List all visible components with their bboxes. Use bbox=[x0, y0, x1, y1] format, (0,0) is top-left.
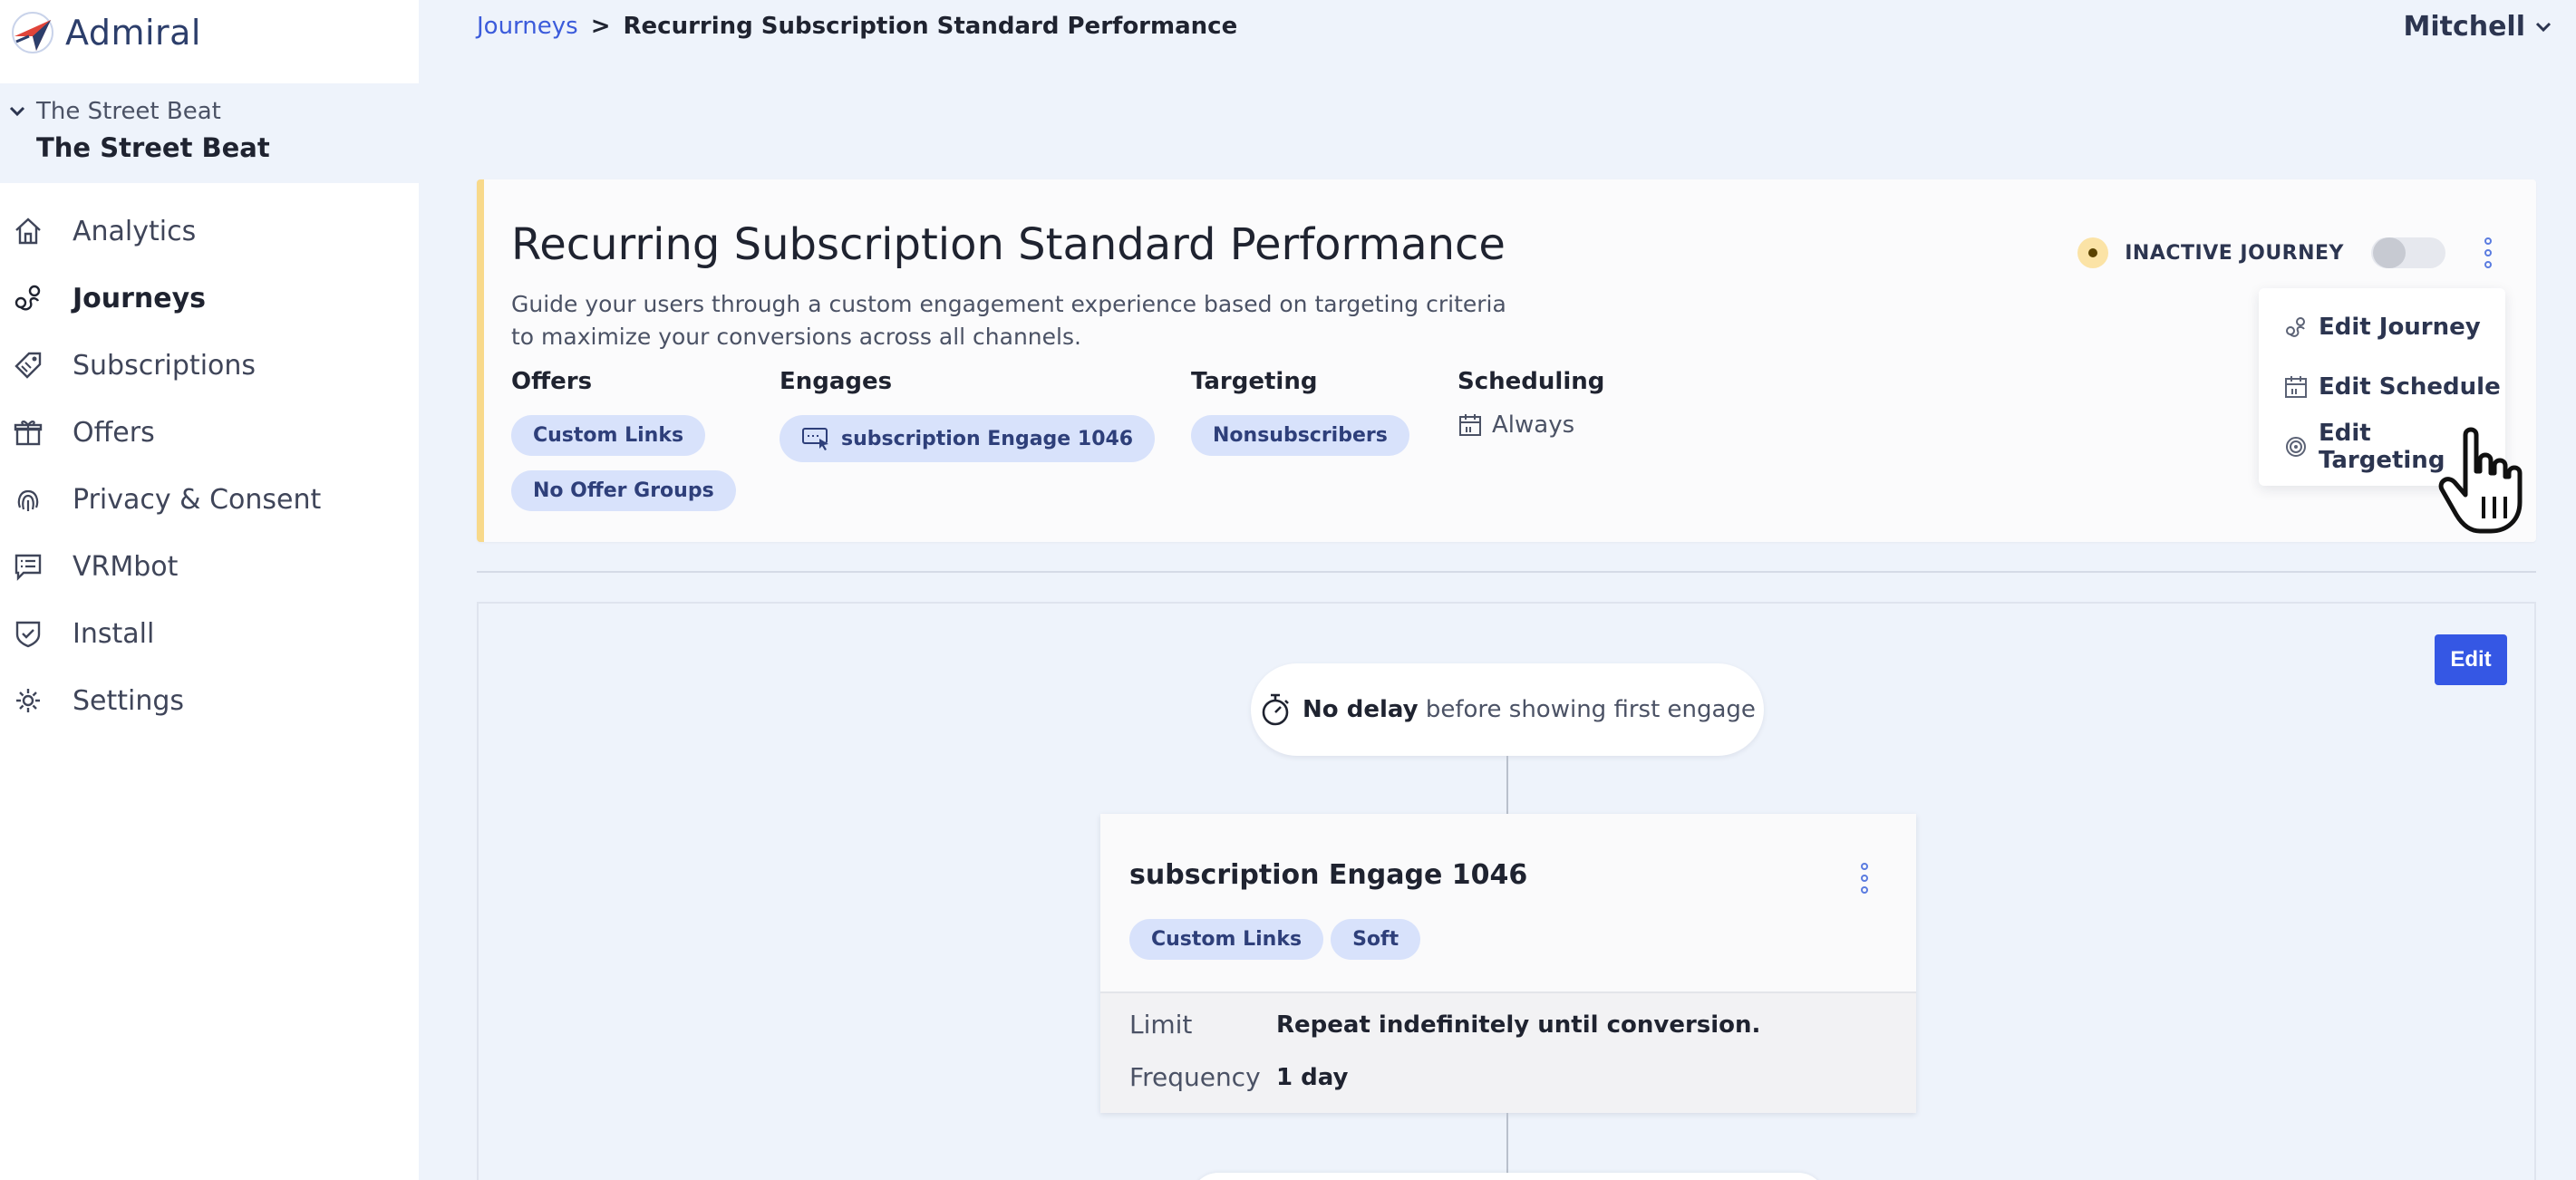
engage-offer-chip: Custom Links bbox=[1129, 919, 1324, 960]
main-nav: Analytics Journeys Subscriptions Offers … bbox=[0, 198, 419, 734]
engage-chip-label: subscription Engage 1046 bbox=[841, 427, 1134, 450]
sidebar-item-label: Privacy & Consent bbox=[73, 483, 322, 516]
sidebar-item-install[interactable]: Install bbox=[0, 600, 419, 667]
scheduling-label: Scheduling bbox=[1457, 368, 1605, 395]
breadcrumb-current: Recurring Subscription Standard Performa… bbox=[623, 13, 1238, 40]
target-icon bbox=[2285, 437, 2306, 457]
sidebar-item-label: Settings bbox=[73, 684, 185, 717]
frequency-label: Frequency bbox=[1129, 1062, 1261, 1092]
chevron-down-icon bbox=[2535, 22, 2552, 32]
calendar-icon bbox=[1459, 414, 1481, 436]
journey-icon bbox=[15, 285, 41, 311]
engages-group: Engages subscription Engage 1046 bbox=[780, 368, 1156, 477]
admiral-logo-icon bbox=[12, 12, 53, 53]
scheduling-value: Always bbox=[1492, 411, 1575, 439]
status-indicator-icon bbox=[2077, 237, 2109, 268]
chat-icon bbox=[15, 554, 42, 581]
app-name: Admiral bbox=[65, 13, 201, 53]
sidebar: Admiral The Street Beat The Street Beat … bbox=[0, 0, 419, 1180]
sidebar-item-label: Journeys bbox=[73, 282, 207, 314]
home-icon bbox=[15, 218, 41, 245]
sidebar-item-subscriptions[interactable]: Subscriptions bbox=[0, 332, 419, 399]
offers-group: Offers Custom Links No Offer Groups bbox=[511, 368, 736, 526]
sidebar-item-label: Offers bbox=[73, 416, 155, 449]
flow-connector bbox=[1506, 756, 1508, 814]
status-label: INACTIVE JOURNEY bbox=[2125, 241, 2344, 265]
journey-icon bbox=[2286, 317, 2305, 337]
targeting-label: Targeting bbox=[1191, 368, 1318, 395]
menu-item-edit-journey[interactable]: Edit Journey bbox=[2259, 297, 2505, 357]
edit-flow-button[interactable]: Edit bbox=[2435, 634, 2507, 685]
engages-label: Engages bbox=[780, 368, 893, 395]
delay-node[interactable]: No delay before showing first engage bbox=[1251, 663, 1764, 756]
offer-chip[interactable]: No Offer Groups bbox=[511, 470, 736, 511]
stopwatch-icon bbox=[1262, 693, 1289, 726]
sidebar-item-label: VRMbot bbox=[73, 550, 179, 583]
gear-icon bbox=[16, 689, 40, 712]
sidebar-item-label: Install bbox=[73, 617, 155, 650]
journey-description: Guide your users through a custom engage… bbox=[511, 291, 1506, 350]
sidebar-item-offers[interactable]: Offers bbox=[0, 399, 419, 466]
toggle-knob bbox=[2373, 237, 2406, 268]
sidebar-item-journeys[interactable]: Journeys bbox=[0, 265, 419, 332]
hand-cursor-icon bbox=[2438, 427, 2523, 534]
sidebar-item-vrmbot[interactable]: VRMbot bbox=[0, 533, 419, 600]
journey-active-toggle[interactable] bbox=[2371, 237, 2445, 268]
breadcrumb-link-journeys[interactable]: Journeys bbox=[477, 13, 578, 40]
menu-item-label: Edit Journey bbox=[2319, 314, 2481, 341]
sidebar-item-label: Analytics bbox=[73, 215, 197, 247]
chevron-down-icon bbox=[9, 106, 25, 117]
more-options-icon[interactable] bbox=[2482, 237, 2494, 268]
frequency-value: 1 day bbox=[1276, 1063, 1349, 1091]
targeting-group: Targeting Nonsubscribers bbox=[1191, 368, 1409, 470]
engage-settings: Limit Repeat indefinitely until conversi… bbox=[1100, 991, 1916, 1113]
limit-value: Repeat indefinitely until conversion. bbox=[1276, 1011, 1761, 1039]
journey-summary-card: Recurring Subscription Standard Performa… bbox=[477, 179, 2536, 542]
engage-title: subscription Engage 1046 bbox=[1129, 859, 1528, 891]
org-current-name: The Street Beat bbox=[36, 132, 270, 163]
org-parent-name: The Street Beat bbox=[36, 98, 221, 125]
scheduling-group: Scheduling Always bbox=[1457, 368, 1604, 439]
flow-connector bbox=[1506, 1113, 1508, 1180]
journey-title: Recurring Subscription Standard Performa… bbox=[511, 219, 1506, 270]
user-name: Mitchell bbox=[2403, 11, 2525, 43]
journey-flow-canvas: Edit No delay before showing first engag… bbox=[477, 602, 2536, 1180]
breadcrumb: Journeys > Recurring Subscription Standa… bbox=[477, 13, 1237, 40]
menu-item-label: Edit Schedule bbox=[2319, 373, 2501, 401]
fingerprint-icon bbox=[17, 489, 39, 511]
limit-label: Limit bbox=[1129, 1010, 1193, 1040]
menu-item-edit-schedule[interactable]: Edit Schedule bbox=[2259, 357, 2505, 417]
engage-chip[interactable]: subscription Engage 1046 bbox=[780, 415, 1156, 462]
user-menu[interactable]: Mitchell bbox=[2403, 11, 2552, 43]
sidebar-item-settings[interactable]: Settings bbox=[0, 667, 419, 734]
journey-status: INACTIVE JOURNEY bbox=[2077, 237, 2494, 268]
sidebar-item-privacy-consent[interactable]: Privacy & Consent bbox=[0, 466, 419, 533]
engage-cursor-icon bbox=[802, 428, 828, 450]
section-divider bbox=[477, 571, 2536, 573]
delay-description: before showing first engage bbox=[1425, 696, 1756, 723]
delay-value: No delay bbox=[1303, 696, 1419, 723]
more-options-icon[interactable] bbox=[1858, 863, 1871, 894]
next-flow-node[interactable] bbox=[1191, 1173, 1825, 1180]
gift-icon bbox=[14, 421, 43, 446]
sidebar-item-label: Subscriptions bbox=[73, 349, 257, 382]
org-switcher[interactable]: The Street Beat The Street Beat bbox=[0, 83, 419, 183]
admiral-logo[interactable]: Admiral bbox=[9, 7, 201, 58]
offer-chip[interactable]: Custom Links bbox=[511, 415, 706, 456]
breadcrumb-separator: > bbox=[590, 13, 611, 40]
sidebar-item-analytics[interactable]: Analytics bbox=[0, 198, 419, 265]
offers-label: Offers bbox=[511, 368, 593, 395]
engage-node-card[interactable]: subscription Engage 1046 Custom Links So… bbox=[1100, 814, 1916, 1113]
shield-check-icon bbox=[15, 621, 41, 648]
tag-icon bbox=[15, 352, 42, 379]
engage-type-chip: Soft bbox=[1331, 919, 1421, 960]
calendar-icon bbox=[2285, 376, 2307, 398]
targeting-chip[interactable]: Nonsubscribers bbox=[1191, 415, 1409, 456]
